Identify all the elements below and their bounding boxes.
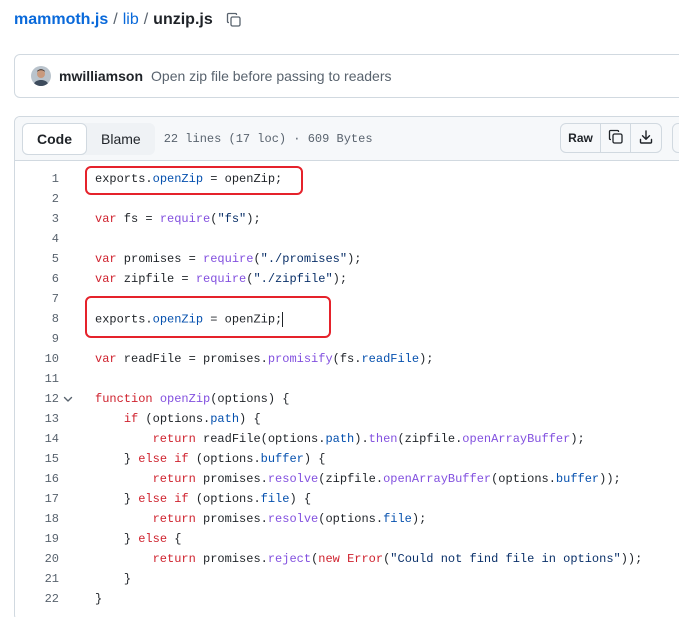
breadcrumb-separator: /	[113, 11, 118, 28]
code-line: 19 } else {	[15, 529, 679, 549]
raw-button[interactable]: Raw	[561, 124, 601, 152]
highlight-box-line-1	[85, 166, 303, 195]
line-number[interactable]: 21	[15, 572, 59, 586]
line-number[interactable]: 18	[15, 512, 59, 526]
line-number[interactable]: 5	[15, 252, 59, 266]
highlight-box-line-8	[85, 296, 331, 338]
commit-author-link[interactable]: mwilliamson	[59, 68, 143, 84]
commit-message-link[interactable]: Open zip file before passing to readers	[151, 68, 391, 84]
line-number[interactable]: 15	[15, 452, 59, 466]
line-number[interactable]: 3	[15, 212, 59, 226]
line-number[interactable]: 7	[15, 292, 59, 306]
copy-icon	[608, 129, 624, 148]
edit-file-button[interactable]	[672, 123, 679, 153]
code-line: 18 return promises.resolve(options.file)…	[15, 509, 679, 529]
code-line: 22 }	[15, 589, 679, 609]
line-number[interactable]: 9	[15, 332, 59, 346]
line-number[interactable]: 8	[15, 312, 59, 326]
breadcrumb: mammoth.js / lib / unzip.js	[14, 8, 243, 32]
code-line: 15 } else if (options.buffer) {	[15, 449, 679, 469]
raw-copy-download-group: Raw	[560, 123, 662, 153]
copy-raw-button[interactable]	[601, 124, 631, 152]
file-stats: 22 lines (17 loc) · 609 Bytes	[163, 131, 373, 146]
line-number[interactable]: 12	[15, 392, 59, 406]
line-number[interactable]: 1	[15, 172, 59, 186]
line-number[interactable]: 6	[15, 272, 59, 286]
line-number[interactable]: 10	[15, 352, 59, 366]
download-icon	[638, 129, 654, 148]
code-line: 20 return promises.reject(new Error("Cou…	[15, 549, 679, 569]
chevron-down-icon[interactable]	[59, 393, 79, 405]
blame-tab[interactable]: Blame	[87, 123, 155, 155]
copy-icon[interactable]	[225, 11, 243, 29]
line-number[interactable]: 22	[15, 592, 59, 606]
breadcrumb-separator: /	[143, 11, 149, 28]
code-line: 3 var fs = require("fs");	[15, 209, 679, 229]
line-number[interactable]: 4	[15, 232, 59, 246]
line-number[interactable]: 16	[15, 472, 59, 486]
line-number[interactable]: 20	[15, 552, 59, 566]
breadcrumb-file-name: unzip.js	[153, 11, 213, 28]
code-line: 13 if (options.path) {	[15, 409, 679, 429]
code-line: 21 }	[15, 569, 679, 589]
download-button[interactable]	[631, 124, 661, 152]
breadcrumb-folder-link[interactable]: lib	[123, 11, 139, 29]
avatar[interactable]	[31, 66, 51, 86]
latest-commit-bar: mwilliamson Open zip file before passing…	[14, 54, 679, 98]
code-tab[interactable]: Code	[22, 122, 87, 155]
code-line: 4	[15, 229, 679, 249]
code-line: 14 return readFile(options.path).then(zi…	[15, 429, 679, 449]
file-viewer: Code Blame 22 lines (17 loc) · 609 Bytes…	[14, 116, 679, 617]
code-line: 11	[15, 369, 679, 389]
code-line: 10 var readFile = promises.promisify(fs.…	[15, 349, 679, 369]
line-number[interactable]: 19	[15, 532, 59, 546]
code-line: 16 return promises.resolve(zipfile.openA…	[15, 469, 679, 489]
code-view: 1 exports.openZip = openZip; 2 3 var fs …	[15, 169, 679, 609]
line-number[interactable]: 13	[15, 412, 59, 426]
file-header: Code Blame 22 lines (17 loc) · 609 Bytes…	[15, 117, 679, 161]
breadcrumb-repo-link[interactable]: mammoth.js	[14, 11, 108, 29]
code-line: 12 function openZip(options) {	[15, 389, 679, 409]
code-line: 17 } else if (options.file) {	[15, 489, 679, 509]
code-line: 5 var promises = require("./promises");	[15, 249, 679, 269]
file-actions: Raw	[560, 123, 679, 153]
line-number[interactable]: 17	[15, 492, 59, 506]
line-number[interactable]: 11	[15, 372, 59, 386]
line-number[interactable]: 14	[15, 432, 59, 446]
line-number[interactable]: 2	[15, 192, 59, 206]
code-line: 6 var zipfile = require("./zipfile");	[15, 269, 679, 289]
view-mode-toggle: Code Blame	[22, 122, 155, 155]
